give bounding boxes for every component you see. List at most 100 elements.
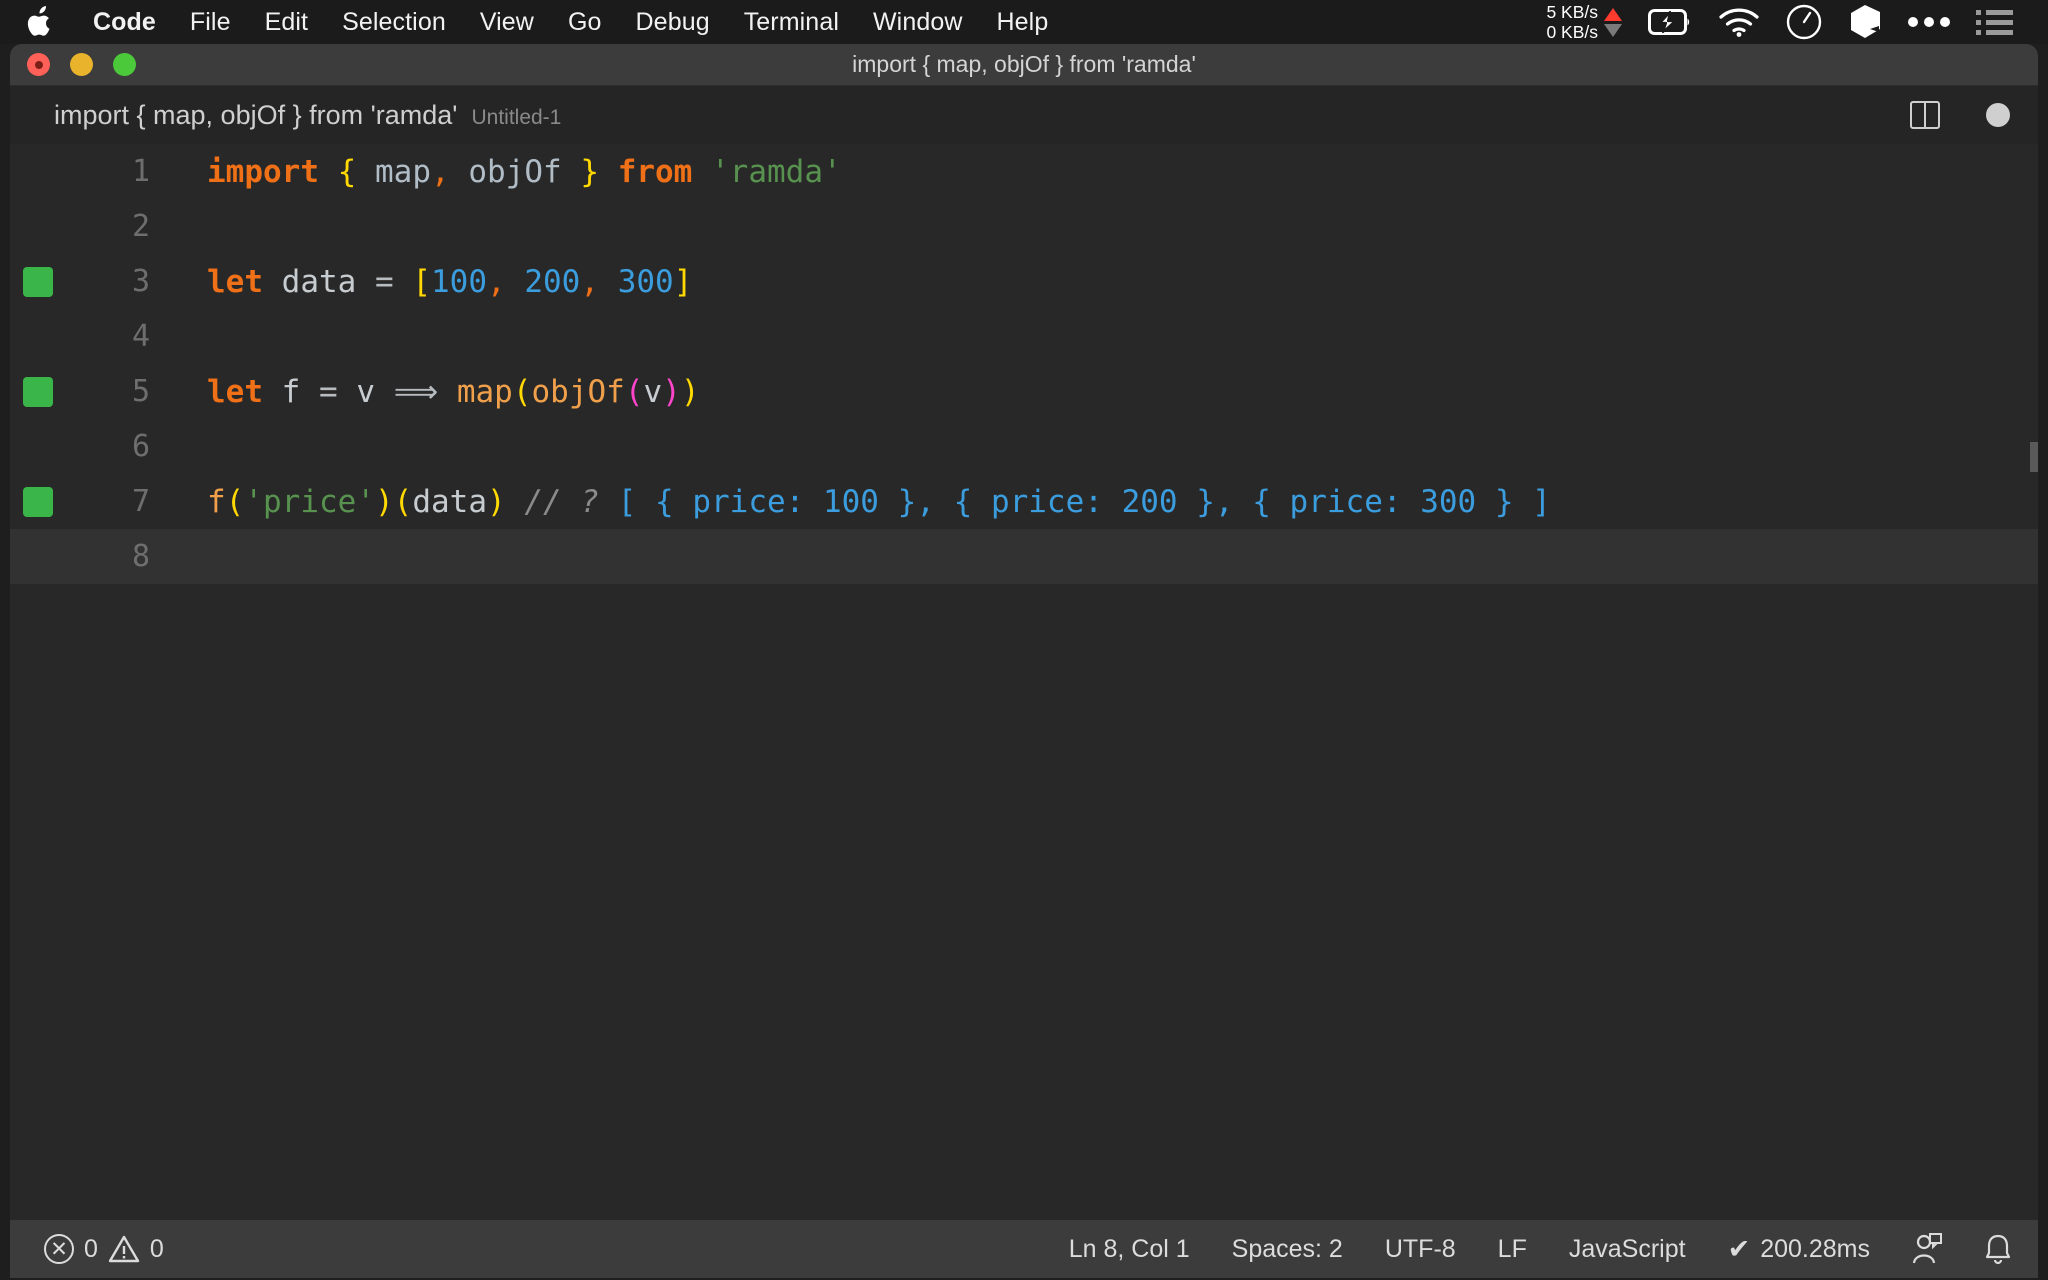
code-token: map: [456, 373, 513, 410]
code-token: 100: [431, 263, 488, 300]
code-token: data: [412, 483, 487, 520]
breadcrumb[interactable]: import { map, objOf } from 'ramda' Untit…: [54, 100, 561, 131]
code-token: ,: [487, 263, 506, 300]
code-token: ): [662, 373, 681, 410]
upload-speed-value: 5 KB/s: [1546, 2, 1598, 22]
code-token: (: [624, 373, 644, 410]
menu-item-file[interactable]: File: [173, 0, 248, 44]
green-square-icon: [23, 486, 53, 517]
editor-scrollbar-thumb[interactable]: [2030, 442, 2038, 472]
line-number: 6: [131, 429, 150, 464]
zoom-button[interactable]: [113, 53, 136, 76]
notification-bell-icon[interactable]: [1984, 1233, 2012, 1265]
unsaved-dot-icon[interactable]: [1986, 103, 2010, 127]
green-square-icon: [23, 266, 53, 297]
code-token: objOf: [531, 373, 625, 410]
code-line[interactable]: 4: [10, 309, 2038, 364]
network-speed-indicator[interactable]: 5 KB/s 0 KB/s: [1533, 0, 1635, 44]
menu-item-view[interactable]: View: [463, 0, 551, 44]
encoding-status[interactable]: UTF-8: [1385, 1235, 1456, 1264]
line-number: 7: [131, 484, 150, 519]
code-token: map: [375, 153, 431, 190]
code-token: (: [393, 483, 413, 520]
code-token: =: [375, 263, 394, 300]
window-title: import { map, objOf } from 'ramda': [852, 51, 1196, 77]
menu-item-selection[interactable]: Selection: [325, 0, 463, 44]
code-token: ): [680, 373, 700, 410]
code-token: ,: [580, 263, 600, 300]
menu-item-go[interactable]: Go: [551, 0, 619, 44]
code-line[interactable]: 6: [10, 419, 2038, 474]
code-token: }: [580, 153, 600, 190]
menu-item-help[interactable]: Help: [980, 0, 1066, 44]
code-token: (: [512, 373, 532, 410]
breadcrumb-file-title[interactable]: import { map, objOf } from 'ramda': [54, 100, 457, 131]
code-line[interactable]: 7 f('price')(data) // ? [ { price: 100 },…: [10, 474, 2038, 529]
quokka-green-marker[interactable]: [10, 486, 66, 517]
code-line-text: f('price')(data) // ? [ { price: 100 }, …: [150, 484, 1551, 520]
code-lines-container: 1 import { map, objOf } from 'ramda' 2 3 let…: [10, 144, 2038, 584]
cube-icon[interactable]: [1835, 0, 1895, 44]
menu-bar-tray: 5 KB/s 0 KB/s: [1533, 0, 2048, 44]
quokka-green-marker[interactable]: [10, 266, 66, 297]
code-token: import: [207, 153, 319, 190]
menu-item-terminal[interactable]: Terminal: [727, 0, 856, 44]
eol-status[interactable]: LF: [1498, 1235, 1527, 1264]
warning-count: 0: [149, 1234, 164, 1263]
code-editor[interactable]: 1 import { map, objOf } from 'ramda' 2 3 let…: [10, 144, 2038, 1220]
code-token: [ { price: 100 }, { price: 200 }, { pric…: [617, 483, 1551, 520]
menu-item-code[interactable]: Code: [76, 0, 173, 44]
clock-icon[interactable]: [1773, 0, 1835, 44]
code-token: v: [356, 373, 376, 410]
language-mode-status[interactable]: JavaScript: [1569, 1235, 1686, 1264]
cursor-position-status[interactable]: Ln 8, Col 1: [1069, 1235, 1190, 1264]
line-number: 5: [131, 374, 150, 409]
error-circle-icon: ✕: [44, 1234, 74, 1264]
code-token: data: [281, 263, 357, 300]
code-line-text: let data = [100, 200, 300]: [150, 264, 692, 300]
menu-item-edit[interactable]: Edit: [248, 0, 325, 44]
code-line-text: import { map, objOf } from 'ramda': [150, 154, 842, 190]
line-number: 8: [131, 539, 150, 574]
menu-item-window[interactable]: Window: [856, 0, 980, 44]
menu-item-debug[interactable]: Debug: [619, 0, 727, 44]
code-token: let: [207, 373, 263, 410]
quokka-green-marker[interactable]: [10, 376, 66, 407]
runtime-value: 200.28ms: [1760, 1234, 1870, 1263]
code-line[interactable]: 5 let f = v ⟹ map(objOf(v)): [10, 364, 2038, 419]
ellipsis-icon[interactable]: [1895, 0, 1963, 44]
code-token: 'price': [244, 483, 375, 520]
wifi-icon[interactable]: [1705, 0, 1773, 44]
indentation-status[interactable]: Spaces: 2: [1232, 1235, 1343, 1264]
window-traffic-lights: [10, 53, 136, 76]
line-number: 4: [131, 319, 150, 354]
apple-logo-icon[interactable]: [24, 5, 54, 39]
warning-triangle-icon: [108, 1234, 140, 1264]
feedback-smiley-icon[interactable]: [1912, 1233, 1942, 1265]
close-button[interactable]: [27, 53, 50, 76]
split-editor-icon[interactable]: [1910, 101, 1940, 129]
quokka-runtime-status[interactable]: ✔ 200.28ms: [1728, 1234, 1870, 1265]
code-line[interactable]: 2: [10, 199, 2038, 254]
control-center-list-icon[interactable]: [1963, 0, 2026, 44]
window-title-bar: import { map, objOf } from 'ramda': [10, 44, 2038, 86]
minimize-button[interactable]: [70, 53, 93, 76]
problems-status-button[interactable]: ✕ 0 0: [44, 1234, 164, 1264]
code-token: [: [412, 263, 432, 300]
code-line[interactable]: 1 import { map, objOf } from 'ramda': [10, 144, 2038, 199]
battery-charging-icon[interactable]: [1635, 0, 1705, 44]
code-token: f: [281, 373, 301, 410]
code-line[interactable]: 3 let data = [100, 200, 300]: [10, 254, 2038, 309]
code-line[interactable]: 8: [10, 529, 2038, 584]
editor-breadcrumb-bar: import { map, objOf } from 'ramda' Untit…: [10, 86, 2038, 144]
code-token: f: [207, 483, 226, 520]
